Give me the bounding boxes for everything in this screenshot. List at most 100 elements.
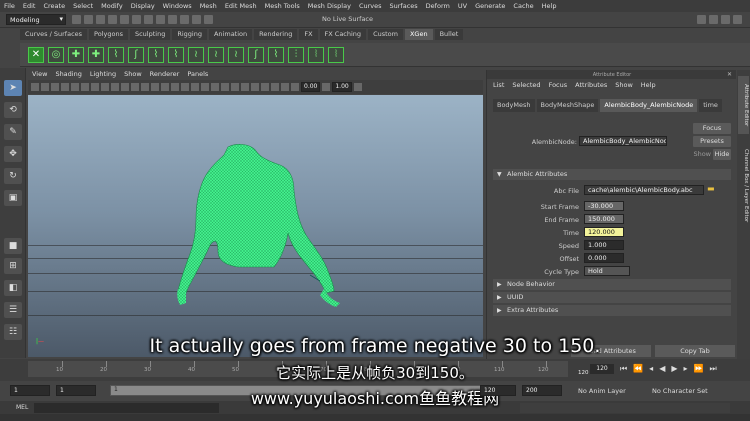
tab-xgen[interactable]: XGen (404, 29, 433, 40)
tab-bodymeshshape[interactable]: BodyMeshShape (536, 99, 599, 112)
alembic-body-mesh[interactable] (28, 95, 483, 357)
undo-icon[interactable] (108, 15, 117, 24)
uuid-section[interactable]: ▶ UUID (493, 292, 731, 303)
extra-attributes-section[interactable]: ▶ Extra Attributes (493, 305, 731, 316)
single-view-icon[interactable]: ■ (4, 238, 22, 254)
grid-icon[interactable] (81, 83, 89, 91)
move-tool-icon[interactable]: ✥ (4, 146, 22, 162)
safe-action-icon[interactable] (131, 83, 139, 91)
playback-end-field[interactable]: 120 (480, 385, 516, 396)
textured-icon[interactable] (191, 83, 199, 91)
ae-menu-help[interactable]: Help (641, 81, 656, 89)
screen-space-ao-icon[interactable] (221, 83, 229, 91)
snap-curve-icon[interactable] (180, 15, 189, 24)
create-description-icon[interactable]: ◎ (48, 46, 64, 63)
render-settings-icon[interactable] (733, 15, 742, 24)
menu-curves[interactable]: Curves (359, 2, 382, 10)
menu-uv[interactable]: UV (458, 2, 467, 10)
end-frame-field[interactable]: 150.000 (584, 214, 624, 224)
shadows-icon[interactable] (211, 83, 219, 91)
safe-title-icon[interactable] (141, 83, 149, 91)
ae-menu-list[interactable]: List (493, 81, 504, 89)
node-name-field[interactable]: AlembicBody_AlembicNode (579, 136, 667, 146)
depth-of-field-icon[interactable] (251, 83, 259, 91)
panel-menu-show[interactable]: Show (124, 70, 142, 80)
default-material-icon[interactable] (171, 83, 179, 91)
menu-modify[interactable]: Modify (101, 2, 123, 10)
new-scene-icon[interactable] (72, 15, 81, 24)
select-tool-icon[interactable]: ➤ (4, 80, 22, 96)
groom-clump-icon[interactable]: ⦚ (308, 46, 324, 63)
tab-animation[interactable]: Animation (208, 29, 253, 40)
tab-custom[interactable]: Custom (368, 29, 403, 40)
place-guides-icon[interactable]: ✚ (88, 46, 104, 63)
xgen-library-icon[interactable]: ✚ (68, 46, 84, 63)
tab-curves-surfaces[interactable]: Curves / Surfaces (20, 29, 88, 40)
gamma-icon[interactable] (322, 83, 331, 91)
camera-bookmark-icon[interactable] (41, 83, 49, 91)
presets-button[interactable]: Presets (693, 136, 731, 147)
open-scene-icon[interactable] (84, 15, 93, 24)
guide-comb-icon[interactable]: ≀ (188, 46, 204, 63)
2d-pan-zoom-icon[interactable] (61, 83, 69, 91)
menu-select[interactable]: Select (73, 2, 93, 10)
menu-deform[interactable]: Deform (426, 2, 450, 10)
wireframe-icon[interactable] (151, 83, 159, 91)
menu-create[interactable]: Create (43, 2, 65, 10)
groom-brush-icon[interactable]: ʃ (248, 46, 264, 63)
ae-menu-focus[interactable]: Focus (549, 81, 568, 89)
tab-fx[interactable]: FX (299, 29, 318, 40)
isolate-select-icon[interactable] (261, 83, 269, 91)
folder-icon[interactable]: ▬ (707, 184, 715, 193)
select-object-icon[interactable] (144, 15, 153, 24)
snap-point-icon[interactable] (192, 15, 201, 24)
panel-menu-lighting[interactable]: Lighting (90, 70, 116, 80)
motion-blur-icon[interactable] (231, 83, 239, 91)
xray-joints-icon[interactable] (281, 83, 289, 91)
save-scene-icon[interactable] (96, 15, 105, 24)
node-behavior-section[interactable]: ▶ Node Behavior (493, 279, 731, 290)
side-tab-channel-box[interactable]: Channel Box / Layer Editor (738, 138, 749, 234)
menu-mesh-display[interactable]: Mesh Display (308, 2, 351, 10)
ae-menu-selected[interactable]: Selected (512, 81, 540, 89)
ipr-render-icon[interactable] (721, 15, 730, 24)
menu-display[interactable]: Display (131, 2, 155, 10)
menu-cache[interactable]: Cache (513, 2, 533, 10)
exposure-field[interactable]: 0.00 (301, 82, 321, 92)
snap-surface-icon[interactable] (204, 15, 213, 24)
groom-part-icon[interactable]: ⦚ (328, 46, 344, 63)
tab-alembic-node[interactable]: AlembicBody_AlembicNode (600, 99, 698, 112)
menu-generate[interactable]: Generate (475, 2, 505, 10)
ae-menu-show[interactable]: Show (615, 81, 633, 89)
ae-menu-attributes[interactable]: Attributes (575, 81, 607, 89)
resolution-gate-icon[interactable] (101, 83, 109, 91)
snap-grid-icon[interactable] (168, 15, 177, 24)
hide-button[interactable]: Hide (713, 149, 731, 160)
guide-smooth-icon[interactable]: ≀ (208, 46, 224, 63)
four-view-icon[interactable]: ⊞ (4, 258, 22, 274)
guide-sculpt-icon[interactable]: ⌇ (108, 46, 124, 63)
xray-icon[interactable] (271, 83, 279, 91)
paint-select-tool-icon[interactable]: ✎ (4, 124, 22, 140)
use-all-lights-icon[interactable] (201, 83, 209, 91)
smooth-shade-icon[interactable] (161, 83, 169, 91)
redo-icon[interactable] (120, 15, 129, 24)
menu-help[interactable]: Help (542, 2, 557, 10)
menu-edit-mesh[interactable]: Edit Mesh (225, 2, 257, 10)
tab-polygons[interactable]: Polygons (89, 29, 128, 40)
xgen-editor-icon[interactable]: ✕ (28, 46, 44, 63)
panel-menu-renderer[interactable]: Renderer (150, 70, 180, 80)
render-view-icon[interactable] (697, 15, 706, 24)
menu-windows[interactable]: Windows (163, 2, 192, 10)
gate-mask-icon[interactable] (111, 83, 119, 91)
time-field[interactable]: 120.000 (584, 227, 624, 237)
start-frame-field[interactable]: -30.000 (584, 201, 624, 211)
guide-brush-icon[interactable]: ʃ (128, 46, 144, 63)
select-component-icon[interactable] (156, 15, 165, 24)
grease-pencil-icon[interactable] (71, 83, 79, 91)
live-surface-label[interactable]: No Live Surface (322, 15, 373, 23)
perspective-viewport[interactable]: |— (28, 95, 483, 357)
groom-density-icon[interactable]: ⌇ (268, 46, 284, 63)
menu-mesh[interactable]: Mesh (200, 2, 217, 10)
tab-time[interactable]: time (699, 99, 722, 112)
